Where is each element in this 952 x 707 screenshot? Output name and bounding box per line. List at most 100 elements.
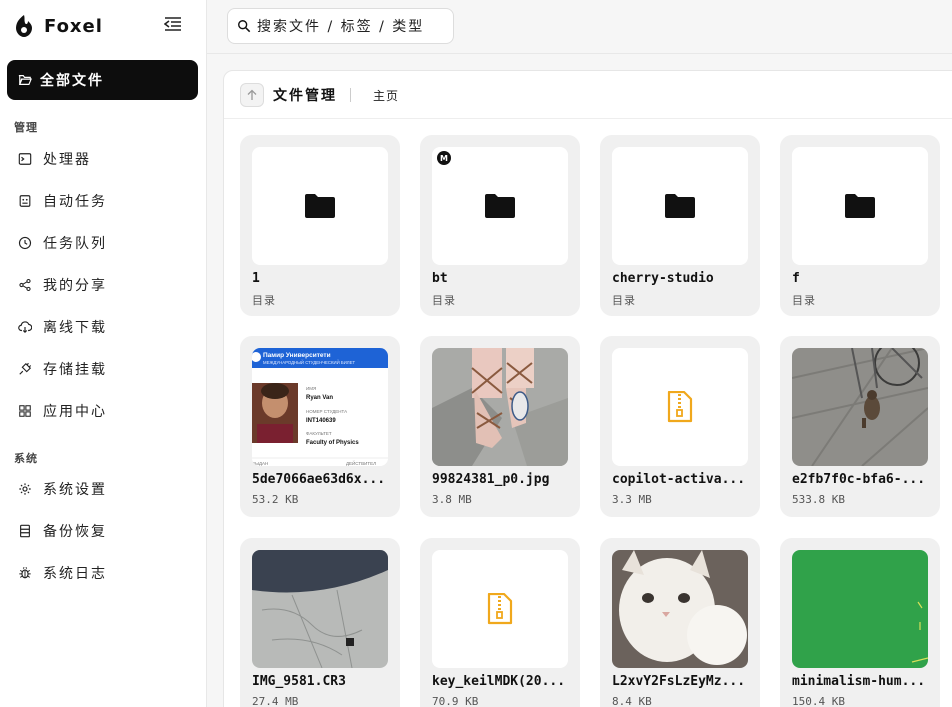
search-placeholder: 搜索文件 / 标签 / 类型 [257, 19, 425, 35]
file-size: 8.4 KB [612, 695, 652, 707]
file-card-image[interactable]: minimalism-hum... 150.4 KB [780, 538, 940, 707]
student-id-card-image: Памир Университети МЕЖДУНАРОДНЫЙ СТУДЕНЧ… [252, 348, 388, 466]
file-card-image[interactable]: Памир Университети МЕЖДУНАРОДНЫЙ СТУДЕНЧ… [240, 336, 400, 517]
id-name: Ryan Van [306, 395, 333, 401]
go-up-button[interactable] [240, 83, 264, 107]
file-name: minimalism-hum... [792, 674, 926, 689]
file-name: f [792, 271, 800, 286]
folder-open-icon [18, 75, 32, 85]
nav-item-label: 系统设置 [43, 482, 107, 498]
nav-item-label: 全部文件 [40, 73, 104, 89]
nav-item-backup-restore[interactable]: 备份恢复 [18, 518, 198, 544]
search-icon [238, 20, 251, 33]
file-name: key_keilMDK(20... [432, 674, 566, 689]
file-card-folder[interactable]: cherry-studio 目录 [600, 135, 760, 316]
file-size: 27.4 MB [252, 695, 299, 707]
file-card-archive[interactable]: copilot-activa... 3.3 MB [600, 336, 760, 517]
file-name: copilot-activa... [612, 472, 746, 487]
cloud-download-icon [18, 321, 32, 334]
section-label-system: 系统 [14, 452, 38, 465]
file-card-archive[interactable]: key_keilMDK(20... 70.9 KB [420, 538, 580, 707]
marble-floor-image [252, 550, 388, 668]
database-icon [20, 524, 30, 538]
nav-item-system-settings[interactable]: 系统设置 [18, 476, 198, 502]
file-size: 533.8 KB [792, 493, 845, 506]
file-thumbnail [432, 550, 568, 668]
sidebar: Foxel 全部文件 管理 处理器 自动任务 任务队列 我的分享 离线下载 存储… [0, 0, 207, 707]
id-number-label: НОМЕР СТУДЕНТА [306, 409, 347, 414]
header-divider [350, 88, 351, 102]
file-thumbnail [252, 147, 388, 265]
file-thumbnail [792, 147, 928, 265]
id-faculty: Faculty of Physics [306, 440, 359, 446]
id-subtitle: МЕЖДУНАРОДНЫЙ СТУДЕНЧЕСКИЙ БИЛЕТ [263, 360, 355, 365]
robot-icon [19, 195, 31, 207]
nav-item-app-center[interactable]: 应用中心 [18, 398, 198, 424]
file-manager-panel: 文件管理 主页 1 目录 M bt 目录 cherry-studio 目录 f … [223, 70, 952, 707]
sandals-image [432, 348, 568, 466]
bug-icon [19, 567, 31, 579]
nav-item-all-files[interactable]: 全部文件 [7, 60, 198, 100]
nav-item-label: 我的分享 [43, 278, 107, 294]
nav-item-label: 离线下载 [43, 320, 107, 336]
file-card-image[interactable]: e2fb7f0c-bfa6-... 533.8 KB [780, 336, 940, 517]
topbar-divider [207, 53, 952, 54]
menu-fold-icon [163, 17, 181, 31]
green-minimal-image [792, 550, 928, 668]
file-meta: 目录 [792, 294, 816, 307]
white-cat-image [612, 550, 748, 668]
collapse-sidebar-button[interactable] [163, 16, 184, 34]
nav-item-label: 备份恢复 [43, 524, 107, 540]
id-footer-right: ДЕЙСТВИТЕЛ [346, 459, 376, 466]
section-label-manage: 管理 [14, 121, 38, 134]
id-faculty-label: ФАКУЛЬТЕТ [306, 431, 332, 436]
file-card-folder[interactable]: M bt 目录 [420, 135, 580, 316]
file-card-folder[interactable]: f 目录 [780, 135, 940, 316]
file-thumbnail: M [432, 147, 568, 265]
nav-item-label: 任务队列 [43, 236, 107, 252]
nav-item-storage-mount[interactable]: 存储挂载 [18, 356, 198, 382]
file-size: 3.8 MB [432, 493, 472, 506]
search-input[interactable]: 搜索文件 / 标签 / 类型 [227, 8, 454, 44]
share-icon [19, 278, 31, 292]
file-name: 99824381_p0.jpg [432, 472, 550, 487]
nav-item-label: 自动任务 [43, 194, 107, 210]
file-card-image[interactable]: L2xvY2FsLzEyMz... 8.4 KB [600, 538, 760, 707]
file-size: 150.4 KB [792, 695, 845, 707]
page-title: 文件管理 [273, 88, 337, 104]
file-size: 70.9 KB [432, 695, 479, 707]
file-name: 1 [252, 271, 260, 286]
folder-icon [305, 194, 335, 218]
nav-item-processors[interactable]: 处理器 [18, 146, 198, 172]
file-card-folder[interactable]: 1 目录 [240, 135, 400, 316]
folder-icon [665, 194, 695, 218]
nav-item-my-shares[interactable]: 我的分享 [18, 272, 198, 298]
nav-item-task-queue[interactable]: 任务队列 [18, 230, 198, 256]
file-card-image[interactable]: IMG_9581.CR3 27.4 MB [240, 538, 400, 707]
foxel-logo-icon [16, 15, 32, 37]
file-meta: 目录 [432, 294, 456, 307]
file-meta: 目录 [612, 294, 636, 307]
file-name: cherry-studio [612, 271, 714, 286]
breadcrumb-home[interactable]: 主页 [373, 87, 399, 104]
nav-item-system-logs[interactable]: 系统日志 [18, 560, 198, 586]
file-thumbnail [612, 147, 748, 265]
nav-item-offline-download[interactable]: 离线下载 [18, 314, 198, 340]
id-university: Памир Университети [263, 352, 331, 359]
street-cat-image [792, 348, 928, 466]
file-name: L2xvY2FsLzEyMz... [612, 674, 746, 689]
mount-badge: M [437, 151, 451, 165]
file-name: bt [432, 271, 448, 286]
nav-item-auto-tasks[interactable]: 自动任务 [18, 188, 198, 214]
terminal-icon [18, 153, 32, 165]
file-card-image[interactable]: 99824381_p0.jpg 3.8 MB [420, 336, 580, 517]
file-thumbnail: Памир Университети МЕЖДУНАРОДНЫЙ СТУДЕНЧ… [252, 348, 388, 466]
id-footer-left: ВЫДАН [252, 461, 268, 466]
nav-item-label: 存储挂载 [43, 362, 107, 378]
app-name: Foxel [44, 15, 103, 37]
file-meta: 目录 [252, 294, 276, 307]
apps-grid-icon [19, 405, 31, 417]
gear-icon [19, 483, 31, 495]
file-thumbnail [792, 348, 928, 466]
nav-item-label: 系统日志 [43, 566, 107, 582]
